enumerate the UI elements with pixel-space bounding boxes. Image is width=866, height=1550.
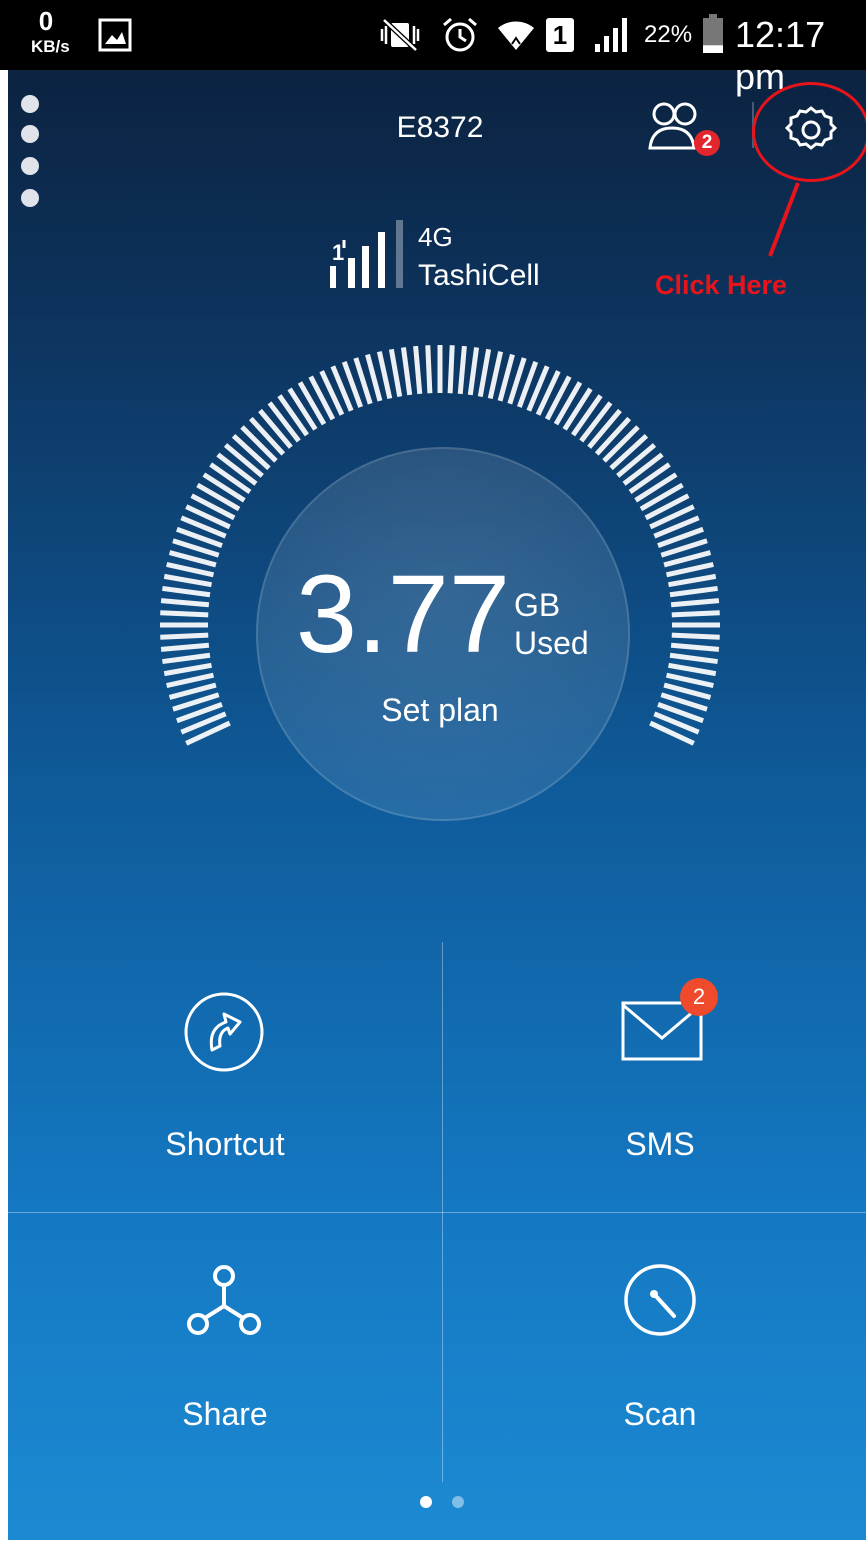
sms-badge: 2	[680, 978, 718, 1016]
annotation-text: Click Here	[655, 270, 788, 300]
set-plan-button[interactable]: Set plan	[340, 690, 540, 730]
gauge-tick	[267, 401, 301, 443]
gauge-tick	[467, 347, 480, 396]
connected-users-button[interactable]: 2	[648, 100, 728, 156]
page-indicator	[420, 1496, 464, 1508]
sim-slot-icon: 1	[540, 14, 580, 56]
shortcut-icon[interactable]	[182, 990, 266, 1074]
gauge-tick	[571, 394, 603, 437]
tile-sms[interactable]: SMS	[510, 1124, 810, 1164]
wifi-icon	[498, 21, 534, 50]
network-type: 4G	[418, 222, 453, 252]
gauge-tick	[639, 482, 684, 512]
gauge-tick	[671, 632, 720, 640]
net-speed-value: 0	[38, 6, 54, 36]
gauge-tick	[400, 347, 413, 396]
gauge-tick	[671, 610, 720, 618]
grid-divider-horizontal	[8, 1212, 866, 1213]
gauge-tick	[163, 662, 212, 677]
gauge-tick	[216, 452, 258, 486]
gauge-tick	[670, 642, 720, 652]
gauge-tick	[579, 401, 613, 443]
screenshot-border-bottom	[0, 1540, 866, 1550]
gauge-tick	[622, 452, 664, 486]
svg-text:1: 1	[332, 240, 344, 265]
gauge-tick	[287, 387, 318, 431]
gauge-tick	[160, 632, 209, 640]
gauge-tick	[634, 472, 678, 503]
device-title: E8372	[396, 111, 484, 144]
screenshot-border	[0, 70, 8, 1550]
gauge-tick	[665, 672, 714, 689]
gauge-tick	[425, 345, 433, 394]
annotation-circle	[752, 82, 866, 182]
status-bar: 0 KB/s 1 22% 12:17 pm	[0, 0, 866, 97]
gauge-tick	[376, 351, 393, 400]
gauge-tick	[487, 351, 504, 400]
gauge-tick	[447, 345, 455, 394]
gauge-tick	[209, 462, 252, 494]
sim-slot-number: 1	[552, 20, 568, 50]
gauge-tick	[668, 573, 717, 588]
users-badge: 2	[694, 130, 720, 156]
net-speed-unit: KB/s	[31, 37, 70, 56]
tile-shortcut[interactable]: Shortcut	[75, 1124, 375, 1164]
gauge-tick	[162, 585, 211, 598]
cell-signal-icon	[595, 18, 627, 52]
tile-share[interactable]: Share	[75, 1394, 375, 1434]
gauge-tick	[669, 585, 718, 598]
gauge-tick	[160, 610, 209, 618]
vibrate-mute-icon	[380, 18, 420, 52]
gallery-icon	[98, 18, 132, 52]
scan-dial-icon[interactable]	[622, 1262, 698, 1338]
more-dots-icon[interactable]	[20, 94, 44, 214]
gauge-tick	[562, 387, 593, 431]
gauge-tick	[670, 598, 720, 608]
gauge-tick	[388, 348, 403, 397]
gauge-tick	[669, 652, 718, 665]
battery-icon	[703, 14, 723, 53]
gauge-tick	[457, 345, 467, 395]
page-dot[interactable]	[452, 1496, 464, 1508]
gauge-tick	[553, 381, 583, 426]
usage-value: 3.77	[295, 553, 510, 676]
usage-label: Used	[514, 625, 589, 661]
gauge-tick	[166, 561, 215, 578]
page-dot-active[interactable]	[420, 1496, 432, 1508]
gauge-tick	[160, 642, 210, 652]
carrier-name: TashiCell	[418, 259, 540, 292]
gauge-tick	[160, 598, 210, 608]
gauge-tick	[477, 348, 492, 397]
gauge-tick	[196, 482, 241, 512]
alarm-icon	[443, 17, 477, 52]
gauge-tick	[413, 345, 423, 395]
network-signal-icon: 1	[330, 220, 403, 288]
battery-percent: 22%	[644, 21, 693, 48]
gauge-tick	[202, 472, 246, 503]
app-screen: 0 KB/s 1 22% 12:17 pm E8372 2 Click Here…	[0, 0, 866, 1550]
gauge-tick	[665, 561, 714, 578]
gauge-tick	[297, 381, 327, 426]
gauge-tick	[277, 394, 309, 437]
share-nodes-icon[interactable]	[184, 1262, 264, 1342]
usage-unit: GB	[514, 587, 561, 623]
gauge-tick	[166, 672, 215, 689]
gauge-tick	[668, 662, 717, 677]
gauge-tick	[628, 462, 671, 494]
gauge-tick	[163, 573, 212, 588]
gauge-tick	[162, 652, 211, 665]
tile-scan[interactable]: Scan	[510, 1394, 810, 1434]
